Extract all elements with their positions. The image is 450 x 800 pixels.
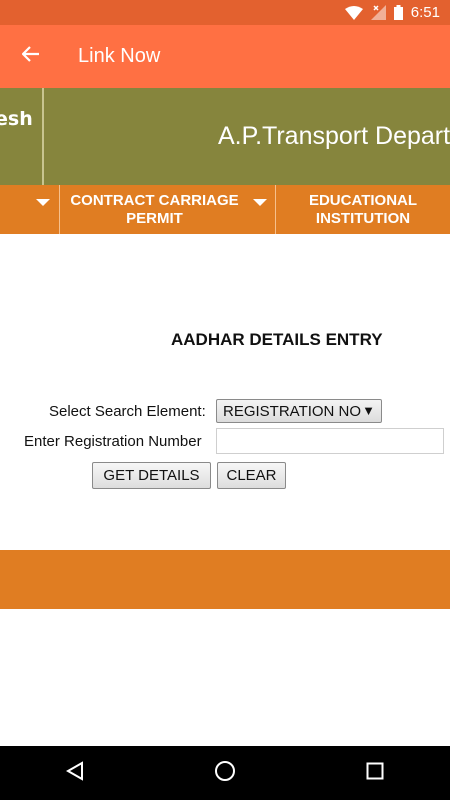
system-back-button[interactable] — [55, 753, 95, 793]
caret-down-icon — [253, 199, 267, 206]
dropdown-arrow-icon: ▼ — [362, 403, 375, 418]
nav-item-educational-institution[interactable]: EDUCATIONAL INSTITUTION — [276, 185, 450, 234]
wifi-icon — [344, 5, 363, 20]
circle-home-icon — [214, 760, 236, 787]
form-content: AADHAR DETAILS ENTRY Select Search Eleme… — [0, 234, 450, 550]
clear-button[interactable]: CLEAR — [217, 462, 286, 489]
system-nav-bar — [0, 746, 450, 800]
system-recents-button[interactable] — [355, 753, 395, 793]
battery-icon — [393, 5, 403, 20]
system-home-button[interactable] — [205, 753, 245, 793]
registration-number-input[interactable] — [216, 428, 444, 454]
nav-item-label: CONTRACT CARRIAGE PERMIT — [70, 191, 239, 227]
banner-left-text: esh — [0, 108, 33, 130]
caret-down-icon — [36, 199, 50, 206]
banner-title: A.P.Transport Depart — [218, 122, 450, 150]
back-button[interactable] — [0, 25, 62, 88]
arrow-left-icon — [21, 46, 40, 67]
status-bar: 6:51 — [0, 0, 450, 25]
signal-icon — [370, 5, 386, 20]
registration-number-label: Enter Registration Number — [24, 433, 202, 450]
status-time: 6:51 — [410, 4, 440, 21]
search-element-select[interactable]: REGISTRATION NO ▼ — [216, 399, 382, 423]
search-element-value: REGISTRATION NO — [223, 402, 362, 420]
search-element-label: Select Search Element: — [49, 403, 206, 420]
triangle-back-icon — [65, 760, 85, 786]
nav-item-label: EDUCATIONAL INSTITUTION — [308, 191, 418, 227]
square-recents-icon — [366, 762, 384, 785]
page-heading: AADHAR DETAILS ENTRY — [171, 330, 383, 349]
nav-item-hidden[interactable] — [0, 185, 59, 234]
app-bar: Link Now — [0, 25, 450, 88]
app-title: Link Now — [78, 45, 161, 67]
nav-item-contract-carriage-permit[interactable]: CONTRACT CARRIAGE PERMIT — [60, 185, 275, 234]
header-banner: esh A.P.Transport Depart — [0, 88, 450, 185]
menu-nav: CONTRACT CARRIAGE PERMIT EDUCATIONAL INS… — [0, 185, 450, 234]
get-details-button[interactable]: GET DETAILS — [92, 462, 211, 489]
banner-left-panel: esh — [0, 88, 44, 185]
footer-band — [0, 550, 450, 609]
